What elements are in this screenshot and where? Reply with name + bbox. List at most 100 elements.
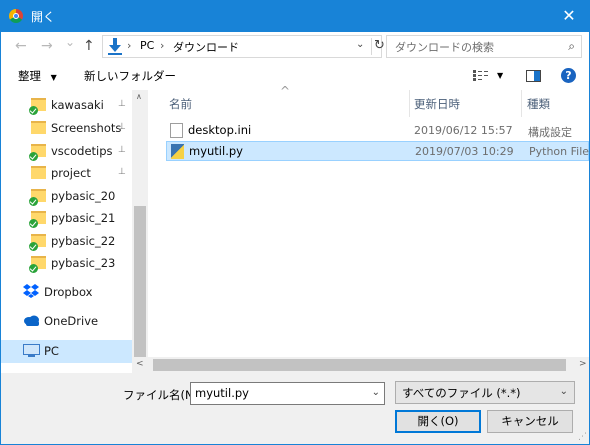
sidebar-item-pc[interactable]: PC [1,340,132,363]
file-type: 構成設定 [528,126,572,139]
help-button[interactable]: ? [561,68,576,83]
preview-pane-button[interactable] [526,70,541,82]
sidebar-item-label: Dropbox [44,285,93,299]
pin-icon: ⊥ [118,122,126,132]
chrome-icon [9,9,23,23]
dropbox-icon [23,284,39,298]
file-modified: 2019/07/03 10:29 [415,145,514,158]
file-row-desktop-ini[interactable]: desktop.ini 2019/06/12 15:57 構成設定 [166,121,589,141]
column-header-name[interactable]: 名前 [169,96,192,112]
scroll-left-button[interactable]: < [136,359,144,369]
column-divider[interactable] [409,90,410,117]
chevron-down-icon: ⌄ [559,386,568,397]
scrollbar-thumb[interactable] [134,206,146,368]
onedrive-icon [24,315,39,326]
pin-icon: ⊥ [118,145,126,155]
folder-icon [31,166,46,179]
file-name: myutil.py [189,144,243,158]
column-header-row: ^ 名前 更新日時 種類 [149,84,589,117]
sidebar-item-label: OneDrive [44,314,99,328]
navigation-pane-scrollbar[interactable]: ∧ ∨ [132,90,148,373]
breadcrumb-separator: › [160,39,165,52]
filename-input[interactable]: myutil.py ⌄ [190,382,385,405]
sidebar-item-label: pybasic_20 [51,189,116,203]
sidebar-item-vscodetips[interactable]: vscodetips ⊥ [1,140,132,163]
window-title: 開く [31,10,56,24]
sidebar-item-pybasic-20[interactable]: pybasic_20 [1,185,132,208]
python-file-icon [171,144,184,159]
recent-locations-button[interactable]: ⌄ [65,35,75,49]
open-button[interactable]: 開く(O) [395,410,481,433]
resize-grip-icon[interactable]: ⋰ [578,432,587,442]
sync-check-icon [29,106,38,115]
sidebar-item-label: kawasaki [51,98,104,112]
sidebar-item-label: vscodetips [51,144,113,158]
scroll-up-button[interactable]: ∧ [136,92,142,101]
up-button[interactable]: ↑ [83,38,95,54]
chevron-down-icon[interactable]: ⌄ [372,387,380,398]
horizontal-scrollbar[interactable]: < > [132,357,589,373]
column-divider[interactable] [521,90,522,117]
pin-icon: ⊥ [118,167,126,177]
view-options-button[interactable]: ▼ [473,70,503,84]
pin-icon: ⊥ [118,99,126,109]
sidebar-item-kawasaki[interactable]: kawasaki ⊥ [1,94,132,117]
scroll-right-button[interactable]: > [579,359,587,369]
file-row-myutil-py[interactable]: myutil.py 2019/07/03 10:29 Python File [166,141,589,161]
sidebar-item-label: pybasic_22 [51,234,116,248]
sync-check-icon [29,219,38,228]
breadcrumb-pc[interactable]: PC [140,39,154,52]
forward-button[interactable]: → [41,38,53,54]
search-placeholder: ダウンロードの検索 [395,41,494,54]
sidebar-item-onedrive[interactable]: OneDrive [1,310,132,333]
search-icon: ⌕ [568,39,575,53]
file-type-value: すべてのファイル (*.*) [402,386,521,400]
file-type: Python File [529,145,590,158]
filename-value: myutil.py [195,386,249,400]
refresh-button[interactable]: ↻ [374,38,385,53]
sidebar-item-dropbox[interactable]: Dropbox [1,281,132,304]
organize-button[interactable]: 整理 ▼ [18,68,57,84]
sidebar-item-label: pybasic_21 [51,211,116,225]
sidebar-item-pybasic-21[interactable]: pybasic_21 [1,207,132,230]
sidebar-item-label: Screenshots [51,121,122,135]
sort-ascending-icon: ^ [280,84,291,98]
sidebar-item-project[interactable]: project ⊥ [1,162,132,185]
sidebar-item-pybasic-22[interactable]: pybasic_22 [1,230,132,253]
organize-label: 整理 [18,69,41,83]
address-dropdown-icon[interactable]: ⌄ [356,39,364,50]
dialog-footer: ファイル名(N): myutil.py ⌄ すべてのファイル (*.*) ⌄ 開… [1,373,589,444]
file-modified: 2019/06/12 15:57 [414,124,513,137]
new-folder-button[interactable]: 新しいフォルダー [84,68,176,84]
file-ini-icon [170,123,183,138]
pc-icon [23,344,40,357]
sidebar-item-label: project [51,166,91,180]
column-header-modified[interactable]: 更新日時 [414,96,460,112]
command-bar: 整理 ▼ 新しいフォルダー ▼ ? [1,62,589,90]
sync-check-icon [29,197,38,206]
sync-check-icon [29,242,38,251]
sync-check-icon [29,152,38,161]
sidebar-item-label: pybasic_23 [51,256,116,270]
column-header-type[interactable]: 種類 [527,96,550,112]
search-input[interactable]: ダウンロードの検索 ⌕ [386,35,582,58]
file-type-select[interactable]: すべてのファイル (*.*) ⌄ [395,381,575,404]
title-bar: 開く ✕ [1,1,589,32]
divider [371,38,372,55]
breadcrumb-separator: › [127,39,132,52]
sidebar-item-pybasic-23[interactable]: pybasic_23 [1,252,132,275]
address-bar[interactable]: › PC › ダウンロード ⌄ ↻ [102,35,385,58]
downloads-icon [108,38,122,55]
scrollbar-thumb[interactable] [153,359,566,371]
folder-icon [31,121,46,134]
cancel-button[interactable]: キャンセル [487,410,573,433]
back-button[interactable]: ← [15,38,27,54]
sync-check-icon [29,264,38,273]
close-button[interactable]: ✕ [549,1,589,32]
chevron-down-icon: ▼ [497,71,504,80]
navigation-pane: kawasaki ⊥ Screenshots ⊥ vscodetips ⊥ pr… [1,90,148,373]
open-file-dialog: 開く ✕ ← → ⌄ ↑ › PC › ダウンロード ⌄ ↻ ダウンロードの検索… [0,0,590,445]
navigation-bar: ← → ⌄ ↑ › PC › ダウンロード ⌄ ↻ ダウンロードの検索 ⌕ [1,32,589,62]
breadcrumb-downloads[interactable]: ダウンロード [173,39,239,55]
sidebar-item-screenshots[interactable]: Screenshots ⊥ [1,117,132,140]
